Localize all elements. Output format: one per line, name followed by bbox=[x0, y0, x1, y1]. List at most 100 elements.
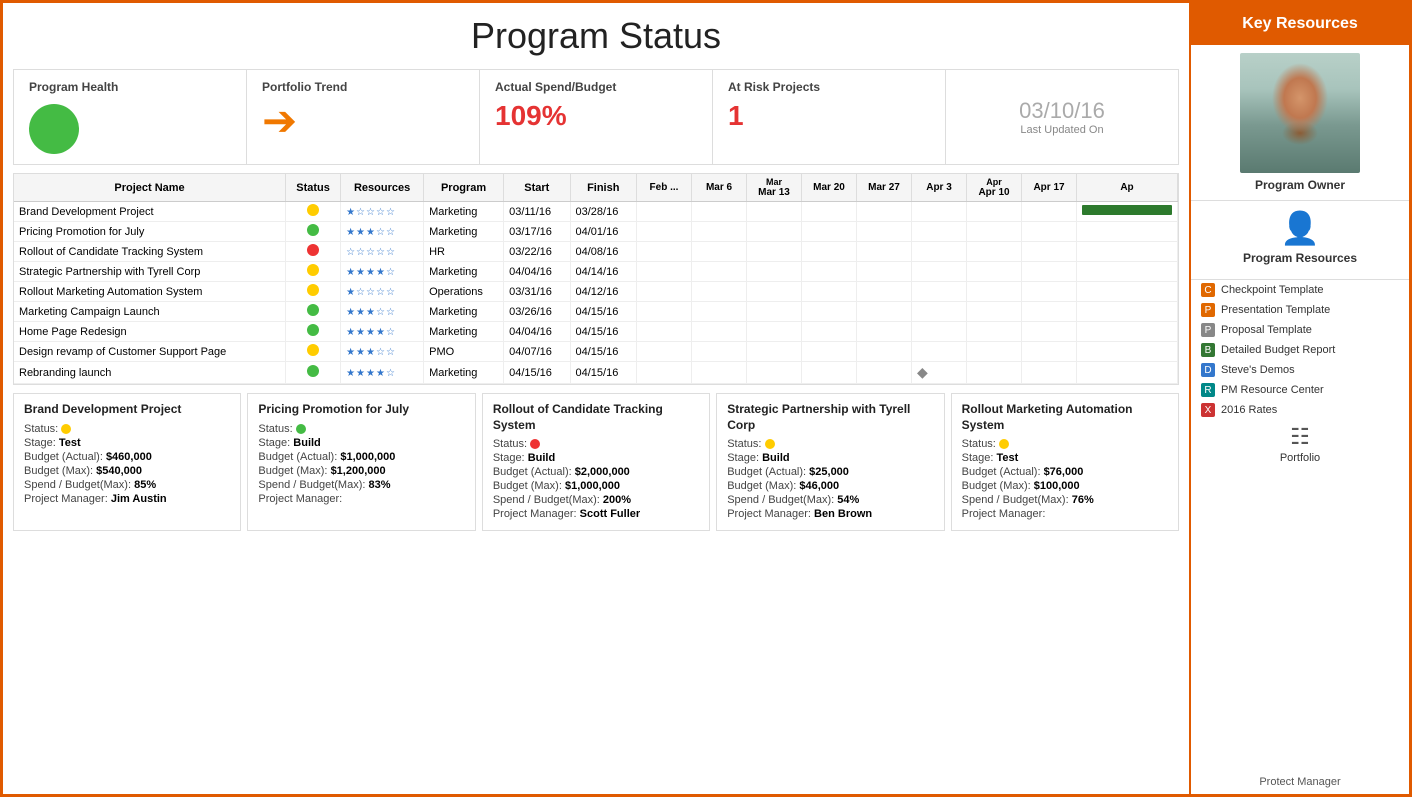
portfolio-trend-arrow: ➔ bbox=[262, 100, 297, 142]
card-stage: Stage: Test bbox=[24, 437, 230, 449]
link-label: Proposal Template bbox=[1221, 324, 1312, 336]
sidebar-link-item[interactable]: P Proposal Template bbox=[1191, 320, 1409, 340]
sidebar-link-item[interactable]: C Checkpoint Template bbox=[1191, 280, 1409, 300]
card-budget-actual: Budget (Actual): $76,000 bbox=[962, 466, 1168, 478]
page-title: Program Status bbox=[3, 3, 1189, 65]
project-card: Pricing Promotion for July Status: Stage… bbox=[247, 393, 475, 531]
card-title: Pricing Promotion for July bbox=[258, 402, 464, 418]
col-status: Status bbox=[286, 174, 341, 202]
card-stage: Stage: Build bbox=[258, 437, 464, 449]
actual-spend-label: Actual Spend/Budget bbox=[495, 80, 616, 94]
link-icon: C bbox=[1201, 283, 1215, 297]
card-budget-max: Budget (Max): $100,000 bbox=[962, 480, 1168, 492]
card-pm: Project Manager: bbox=[962, 508, 1168, 520]
table-row: Home Page Redesign★★★★☆Marketing04/04/16… bbox=[14, 322, 1178, 342]
card-status: Status: bbox=[493, 438, 699, 450]
sidebar-link-item[interactable]: P Presentation Template bbox=[1191, 300, 1409, 320]
kpi-actual-spend: Actual Spend/Budget 109% bbox=[480, 70, 713, 164]
portfolio-label: Portfolio bbox=[1280, 452, 1320, 464]
owner-label: Program Owner bbox=[1255, 178, 1345, 192]
card-status: Status: bbox=[24, 423, 230, 435]
project-card: Strategic Partnership with Tyrell Corp S… bbox=[716, 393, 944, 531]
table-row: Rebranding launch★★★★☆Marketing04/15/160… bbox=[14, 362, 1178, 384]
card-stage: Stage: Build bbox=[727, 452, 933, 464]
app-container: Program Status Program Health Portfolio … bbox=[0, 0, 1412, 797]
card-title: Strategic Partnership with Tyrell Corp bbox=[727, 402, 933, 433]
project-card: Brand Development Project Status: Stage:… bbox=[13, 393, 241, 531]
col-feb: Feb ... bbox=[637, 174, 692, 202]
card-stage: Stage: Test bbox=[962, 452, 1168, 464]
col-resources: Resources bbox=[341, 174, 424, 202]
link-label: PM Resource Center bbox=[1221, 384, 1324, 396]
card-spend-budget: Spend / Budget(Max): 83% bbox=[258, 479, 464, 491]
link-icon: D bbox=[1201, 363, 1215, 377]
card-title: Rollout Marketing Automation System bbox=[962, 402, 1168, 433]
col-finish: Finish bbox=[570, 174, 636, 202]
link-icon: P bbox=[1201, 323, 1215, 337]
link-label: Presentation Template bbox=[1221, 304, 1330, 316]
card-budget-actual: Budget (Actual): $460,000 bbox=[24, 451, 230, 463]
cards-section: Brand Development Project Status: Stage:… bbox=[13, 393, 1179, 531]
card-budget-actual: Budget (Actual): $2,000,000 bbox=[493, 466, 699, 478]
resources-section: 👤 Program Resources bbox=[1191, 201, 1409, 280]
owner-photo bbox=[1240, 53, 1360, 173]
table-row: Rollout of Candidate Tracking System☆☆☆☆… bbox=[14, 242, 1178, 262]
kpi-last-updated: 03/10/16 Last Updated On bbox=[946, 70, 1178, 164]
kpi-program-health: Program Health bbox=[14, 70, 247, 164]
project-card: Rollout of Candidate Tracking System Sta… bbox=[482, 393, 710, 531]
col-ap: Ap bbox=[1077, 174, 1178, 202]
sidebar-header: Key Resources bbox=[1191, 3, 1409, 45]
main-content: Program Status Program Health Portfolio … bbox=[3, 3, 1189, 794]
sidebar-link-item[interactable]: X 2016 Rates bbox=[1191, 400, 1409, 420]
kpi-bar: Program Health Portfolio Trend ➔ Actual … bbox=[13, 69, 1179, 165]
card-budget-actual: Budget (Actual): $1,000,000 bbox=[258, 451, 464, 463]
sidebar-link-item[interactable]: B Detailed Budget Report bbox=[1191, 340, 1409, 360]
card-status: Status: bbox=[258, 423, 464, 435]
resources-icon: 👤 bbox=[1280, 209, 1320, 247]
kpi-at-risk: At Risk Projects 1 bbox=[713, 70, 946, 164]
owner-section: Program Owner bbox=[1191, 45, 1409, 201]
card-spend-budget: Spend / Budget(Max): 54% bbox=[727, 494, 933, 506]
card-title: Brand Development Project bbox=[24, 402, 230, 418]
link-icon: R bbox=[1201, 383, 1215, 397]
col-mar27: Mar 27 bbox=[857, 174, 912, 202]
table-row: Marketing Campaign Launch★★★☆☆Marketing0… bbox=[14, 302, 1178, 322]
card-pm: Project Manager: Jim Austin bbox=[24, 493, 230, 505]
link-icon: P bbox=[1201, 303, 1215, 317]
gantt-section: Project Name Status Resources Program St… bbox=[13, 173, 1179, 385]
col-program: Program bbox=[424, 174, 504, 202]
card-budget-max: Budget (Max): $1,000,000 bbox=[493, 480, 699, 492]
sidebar-link-item[interactable]: R PM Resource Center bbox=[1191, 380, 1409, 400]
card-title: Rollout of Candidate Tracking System bbox=[493, 402, 699, 433]
portfolio-trend-label: Portfolio Trend bbox=[262, 80, 347, 94]
table-row: Design revamp of Customer Support Page★★… bbox=[14, 342, 1178, 362]
protect-manager: Protect Manager bbox=[1191, 772, 1409, 794]
sidebar: Key Resources Program Owner 👤 Program Re… bbox=[1189, 3, 1409, 794]
card-status: Status: bbox=[962, 438, 1168, 450]
table-row: Brand Development Project★☆☆☆☆Marketing0… bbox=[14, 202, 1178, 222]
col-apr17: Apr 17 bbox=[1022, 174, 1077, 202]
sidebar-links: C Checkpoint Template P Presentation Tem… bbox=[1191, 280, 1409, 420]
link-label: Checkpoint Template bbox=[1221, 284, 1324, 296]
col-start: Start bbox=[504, 174, 570, 202]
program-health-indicator bbox=[29, 104, 79, 154]
card-spend-budget: Spend / Budget(Max): 76% bbox=[962, 494, 1168, 506]
last-updated-sub: Last Updated On bbox=[1020, 124, 1103, 136]
col-mar6: Mar 6 bbox=[692, 174, 747, 202]
actual-spend-value: 109% bbox=[495, 100, 567, 132]
col-project-name: Project Name bbox=[14, 174, 286, 202]
card-pm: Project Manager: Scott Fuller bbox=[493, 508, 699, 520]
col-mar20: Mar 20 bbox=[802, 174, 857, 202]
kpi-portfolio-trend: Portfolio Trend ➔ bbox=[247, 70, 480, 164]
card-budget-max: Budget (Max): $1,200,000 bbox=[258, 465, 464, 477]
link-label: Steve's Demos bbox=[1221, 364, 1295, 376]
link-label: 2016 Rates bbox=[1221, 404, 1277, 416]
portfolio-icon: ☷ bbox=[1290, 424, 1310, 450]
at-risk-label: At Risk Projects bbox=[728, 80, 820, 94]
col-apr3: Apr 3 bbox=[912, 174, 967, 202]
card-stage: Stage: Build bbox=[493, 452, 699, 464]
card-pm: Project Manager: bbox=[258, 493, 464, 505]
gantt-table: Project Name Status Resources Program St… bbox=[14, 174, 1178, 384]
portfolio-section: ☷ Portfolio bbox=[1191, 420, 1409, 466]
sidebar-link-item[interactable]: D Steve's Demos bbox=[1191, 360, 1409, 380]
